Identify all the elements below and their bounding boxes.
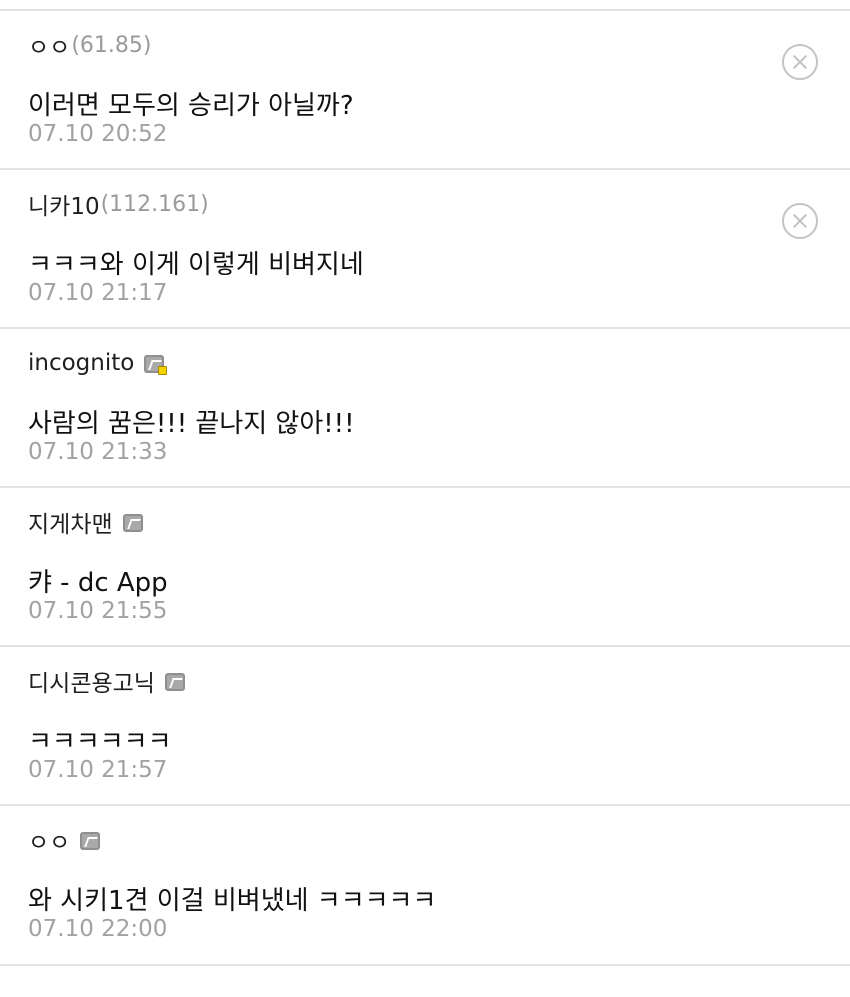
comment-timestamp: 07.10 21:17 (28, 280, 168, 306)
comment-nickname[interactable]: ㅇㅇ (28, 823, 70, 857)
comment-author-line: 디시콘용고닉 (28, 663, 185, 699)
fixed-nick-sub-manager-icon[interactable] (144, 355, 168, 375)
comment-author-line: 니카10 (112.161) (28, 186, 209, 222)
comment-timestamp: 07.10 20:52 (28, 121, 168, 147)
comment-ip: (61.85) (71, 32, 152, 58)
fixed-nick-icon[interactable] (122, 514, 143, 532)
comment-author-line: 지게차맨 (28, 504, 143, 540)
sub-manager-badge-icon (158, 366, 168, 375)
comment-ip: (112.161) (100, 191, 209, 217)
comment-nickname[interactable]: ㅇㅇ (28, 28, 70, 62)
comment-item: ㅇㅇ (61.85) 이러면 모두의 승리가 아닐까? 07.10 20:52 (0, 11, 850, 170)
comment-timestamp: 07.10 22:00 (28, 916, 168, 942)
comment-item: 디시콘용고닉 ㅋㅋㅋㅋㅋㅋ 07.10 21:57 (0, 647, 850, 806)
comment-list: ㅇㅇ (61.85) 이러면 모두의 승리가 아닐까? 07.10 20:52 … (0, 11, 850, 966)
comment-author-line: incognito (28, 345, 168, 381)
delete-comment-icon[interactable] (782, 44, 818, 80)
comment-item: ㅇㅇ 와 시키1견 이걸 비벼냈네 ㅋㅋㅋㅋㅋ 07.10 22:00 (0, 806, 850, 966)
fixed-nick-icon[interactable] (80, 832, 101, 850)
comment-text: 사람의 꿈은!!! 끝나지 않아!!! (28, 409, 355, 439)
comment-timestamp: 07.10 21:33 (28, 439, 168, 465)
comment-item: 니카10 (112.161) ㅋㅋㅋ와 이게 이렇게 비벼지네 07.10 21… (0, 170, 850, 329)
comment-timestamp: 07.10 21:57 (28, 757, 168, 783)
comment-text: ㅋㅋㅋㅋㅋㅋ (28, 727, 172, 757)
comment-text: 와 시키1견 이걸 비벼냈네 ㅋㅋㅋㅋㅋ (28, 886, 437, 916)
comment-nickname[interactable]: 디시콘용고닉 (28, 664, 155, 698)
comment-item: incognito 사람의 꿈은!!! 끝나지 않아!!! 07.10 21:3… (0, 329, 850, 488)
fixed-nick-icon[interactable] (164, 673, 185, 691)
comment-item: 지게차맨 캬 - dc App 07.10 21:55 (0, 488, 850, 647)
comment-nickname[interactable]: incognito (28, 350, 134, 376)
comment-author-line: ㅇㅇ (61.85) (28, 27, 151, 63)
comment-text: ㅋㅋㅋ와 이게 이렇게 비벼지네 (28, 250, 364, 280)
comment-text: 이러면 모두의 승리가 아닐까? (28, 91, 354, 121)
comment-nickname[interactable]: 지게차맨 (28, 505, 113, 539)
comment-nickname[interactable]: 니카10 (28, 187, 100, 221)
comment-timestamp: 07.10 21:55 (28, 598, 168, 624)
comment-text: 캬 - dc App (28, 568, 168, 598)
delete-comment-icon[interactable] (782, 203, 818, 239)
comment-author-line: ㅇㅇ (28, 822, 101, 858)
